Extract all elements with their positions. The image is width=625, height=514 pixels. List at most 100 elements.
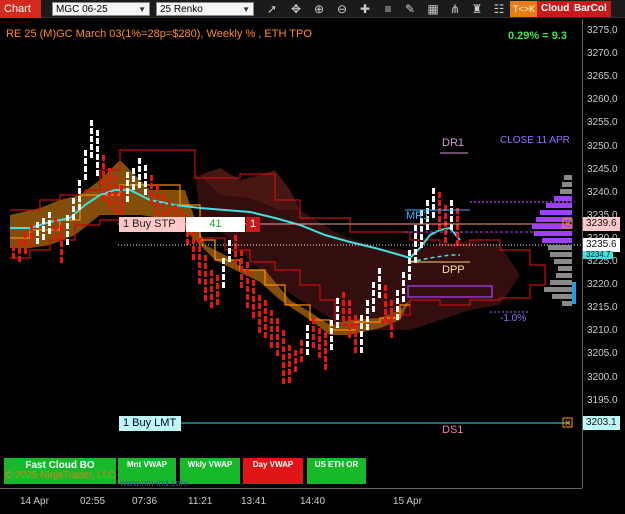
- chart-tab[interactable]: Chart: [0, 0, 41, 18]
- plus-icon[interactable]: ✚: [357, 1, 373, 17]
- renko-brick: [312, 326, 315, 332]
- buy-stop-qty[interactable]: 41: [186, 217, 245, 232]
- renko-brick: [348, 316, 351, 322]
- renko-brick: [378, 268, 381, 274]
- renko-brick: [36, 238, 39, 244]
- renko-brick: [444, 213, 447, 219]
- time-axis[interactable]: 14 Apr 02:55 07:36 11:21 13:41 14:40 15 Apr: [0, 488, 582, 514]
- renko-brick: [258, 295, 261, 301]
- renko-brick: [144, 173, 147, 179]
- renko-brick: [222, 282, 225, 288]
- pointer-icon[interactable]: ➚: [264, 1, 280, 17]
- renko-brick: [96, 138, 99, 144]
- renko-brick: [90, 136, 93, 142]
- time-tick-label: 02:55: [80, 496, 106, 507]
- renko-brick: [408, 274, 411, 280]
- renko-brick: [282, 362, 285, 368]
- wkly-vwap-button[interactable]: Wkly VWAP: [180, 458, 240, 484]
- renko-brick: [120, 193, 123, 199]
- zoom-out-icon[interactable]: ⊖: [334, 1, 350, 17]
- stop-price-marker: 3239.6: [583, 217, 620, 231]
- tpo-bar: [548, 245, 572, 250]
- tpo-bar: [554, 259, 572, 264]
- renko-brick: [252, 288, 255, 294]
- renko-brick: [414, 225, 417, 231]
- us-eth-or-button[interactable]: US ETH OR: [307, 458, 366, 484]
- renko-brick: [102, 195, 105, 201]
- properties-icon[interactable]: ☷: [491, 1, 507, 17]
- renko-brick: [150, 183, 153, 189]
- renko-brick: [192, 254, 195, 260]
- renko-brick: [198, 238, 201, 244]
- renko-brick: [228, 256, 231, 262]
- renko-brick: [60, 241, 63, 247]
- instrument-selector[interactable]: MGC 06-25 ▼: [52, 2, 150, 16]
- crosshair-icon[interactable]: ✥: [288, 1, 304, 17]
- buy-stop-label[interactable]: 1 Buy STP: [119, 217, 185, 232]
- chart-info-label: RE 25 (M)GC March 03(1%=28p=$280), Weekl…: [6, 28, 312, 40]
- renko-brick: [432, 196, 435, 202]
- renko-brick: [324, 364, 327, 370]
- renko-brick: [258, 319, 261, 325]
- price-chart[interactable]: ✕ ✕: [0, 19, 582, 488]
- tpo-bar: [534, 231, 572, 236]
- renko-brick: [96, 162, 99, 168]
- renko-brick: [120, 209, 123, 215]
- cloud-button[interactable]: Cloud: [537, 1, 574, 17]
- renko-brick: [90, 128, 93, 134]
- renko-brick: [126, 180, 129, 186]
- bar-type-selector[interactable]: 25 Renko ▼: [156, 2, 254, 16]
- renko-brick: [384, 301, 387, 307]
- renko-brick: [312, 318, 315, 324]
- day-vwap-button[interactable]: Day VWAP: [243, 458, 303, 484]
- zoom-in-icon[interactable]: ⊕: [311, 1, 327, 17]
- strategy-icon[interactable]: ♜: [469, 1, 485, 17]
- renko-brick: [408, 266, 411, 272]
- renko-brick: [18, 256, 21, 262]
- buy-limit-label[interactable]: 1 Buy LMT: [119, 416, 181, 431]
- renko-brick: [156, 185, 159, 191]
- renko-brick: [42, 234, 45, 240]
- tk-button[interactable]: T<>K: [510, 1, 539, 17]
- tpo-bar: [550, 252, 572, 257]
- indicator-icon[interactable]: ⋔: [447, 1, 463, 17]
- renko-brick: [126, 196, 129, 202]
- renko-brick: [390, 332, 393, 338]
- barcol-button[interactable]: BarCol: [570, 1, 611, 17]
- price-tick-label: 3250.0: [587, 140, 618, 152]
- renko-brick: [144, 165, 147, 171]
- drawing-icon[interactable]: ✎: [402, 1, 418, 17]
- renko-brick: [198, 278, 201, 284]
- renko-brick: [276, 326, 279, 332]
- lines-icon[interactable]: ≡: [380, 1, 396, 17]
- renko-brick: [270, 318, 273, 324]
- renko-brick: [282, 354, 285, 360]
- renko-brick: [246, 302, 249, 308]
- buy-stop-count[interactable]: 1: [246, 217, 260, 232]
- renko-brick: [342, 292, 345, 298]
- tpo-bar: [550, 280, 572, 285]
- renko-brick: [294, 350, 297, 356]
- tpo-profile: [532, 175, 572, 306]
- renko-brick: [228, 248, 231, 254]
- renko-brick: [114, 207, 117, 213]
- renko-brick: [282, 378, 285, 384]
- renko-brick: [372, 298, 375, 304]
- dr1-label: DR1: [442, 137, 465, 149]
- renko-brick: [270, 310, 273, 316]
- price-tick-label: 3195.0: [587, 394, 618, 406]
- renko-brick: [264, 332, 267, 338]
- tpo-bar: [540, 210, 572, 215]
- renko-brick: [168, 208, 171, 214]
- time-tick-label: 13:41: [241, 496, 267, 507]
- grid-icon[interactable]: ▦: [425, 1, 441, 17]
- renko-brick: [276, 350, 279, 356]
- renko-brick: [36, 222, 39, 228]
- renko-brick: [438, 224, 441, 230]
- renko-brick: [108, 200, 111, 206]
- renko-brick: [102, 187, 105, 193]
- renko-brick: [108, 192, 111, 198]
- renko-brick: [126, 188, 129, 194]
- renko-brick: [246, 270, 249, 276]
- renko-brick: [312, 334, 315, 340]
